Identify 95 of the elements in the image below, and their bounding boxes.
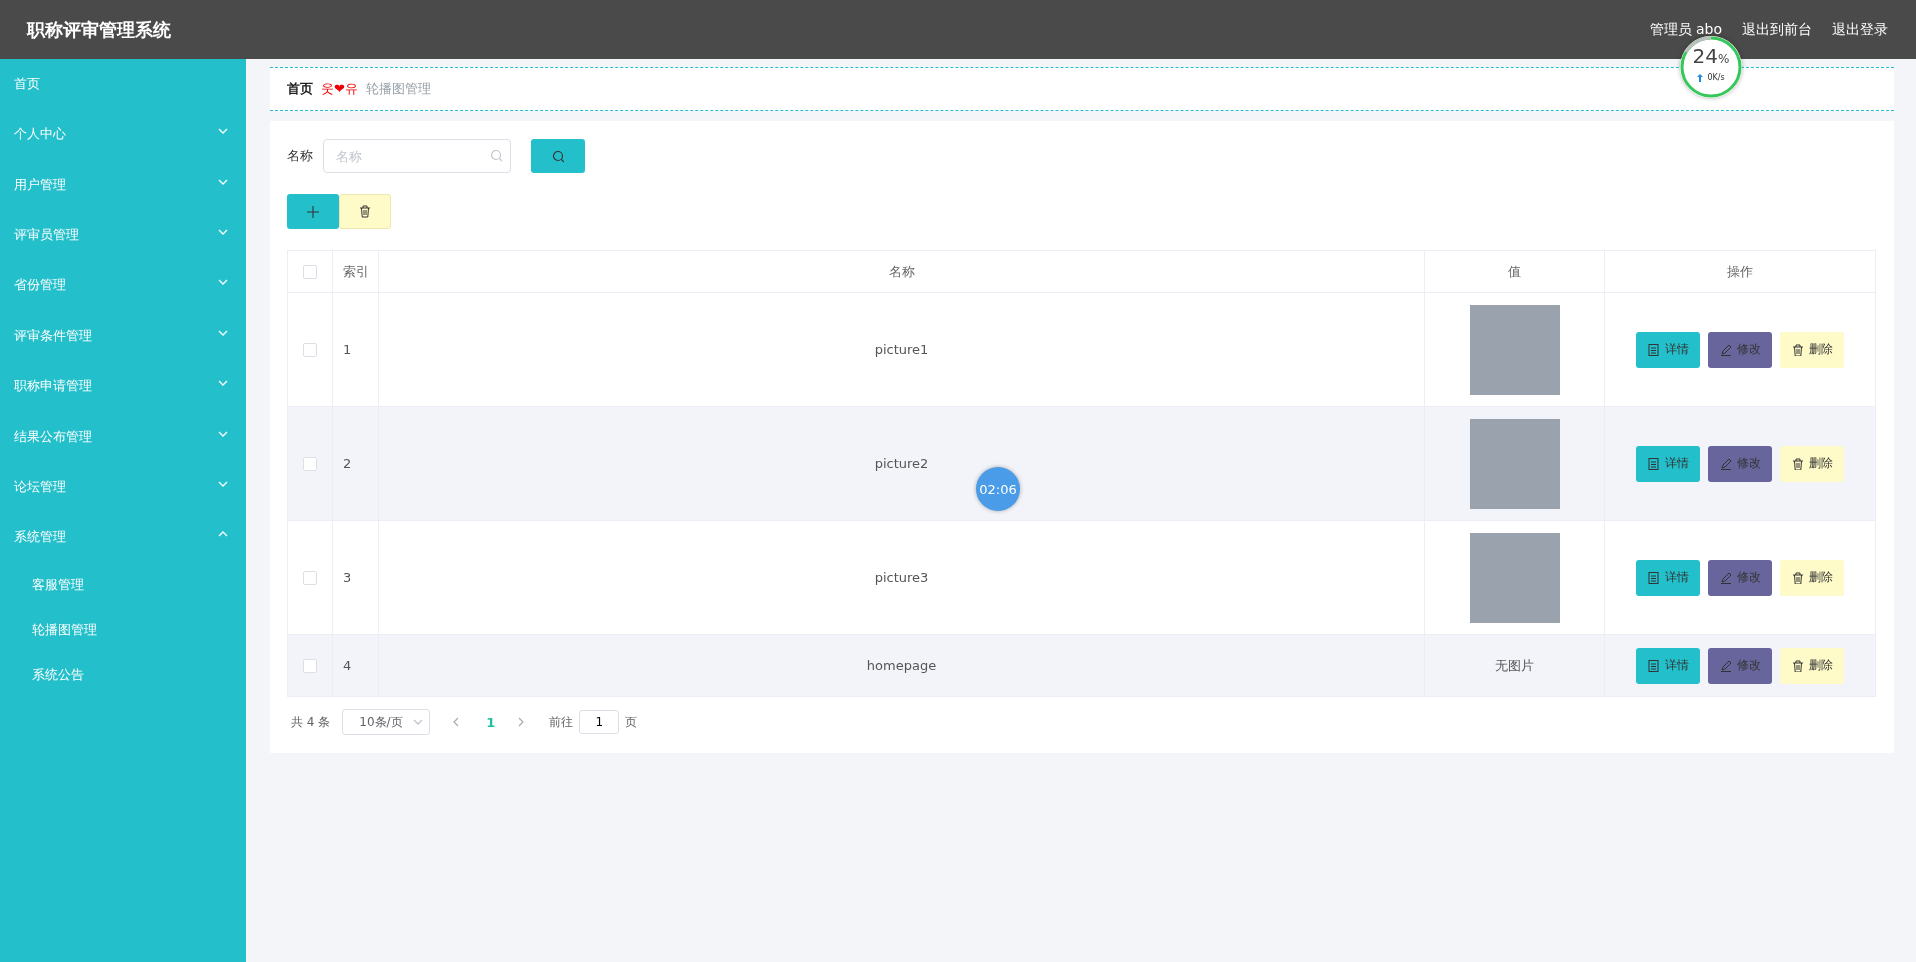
add-button[interactable] — [287, 194, 339, 229]
details-button[interactable]: 详情 — [1636, 647, 1700, 684]
edit-button[interactable]: 修改 — [1708, 331, 1772, 368]
column-header: 值 — [1508, 262, 1521, 281]
delete-button[interactable]: 删除 — [1780, 445, 1844, 482]
header-link[interactable]: 退出到前台 — [1742, 20, 1812, 39]
sidebar-item[interactable]: 个人中心 — [0, 109, 246, 160]
pencil-icon — [1719, 343, 1731, 356]
table-cell: 3 — [343, 570, 352, 585]
chevron-down-icon — [218, 480, 228, 487]
plus-icon — [307, 205, 319, 218]
document-icon — [1647, 571, 1659, 584]
total-count: 共 4 条 — [291, 713, 331, 731]
chevron-down-icon — [218, 228, 228, 235]
trash-icon — [1791, 571, 1803, 584]
row-checkbox[interactable] — [303, 570, 317, 585]
chevron-left-icon — [452, 717, 461, 727]
app-title: 职称评审管理系统 — [27, 17, 171, 42]
sidebar-subitem[interactable]: 系统公告 — [0, 652, 246, 698]
sidebar-item[interactable]: 职称申请管理 — [0, 360, 246, 412]
search-button[interactable] — [531, 139, 585, 173]
table-cell: picture1 — [874, 342, 929, 357]
page-size-select[interactable]: 10条/页 — [342, 709, 431, 735]
sidebar-item[interactable]: 用户管理 — [0, 159, 246, 210]
row-checkbox[interactable] — [303, 456, 317, 471]
percent-value: 24 — [1692, 44, 1718, 68]
chevron-down-icon — [218, 430, 228, 437]
sidebar-subitem[interactable]: 客服管理 — [0, 562, 246, 608]
page-input[interactable]: 1 — [579, 710, 620, 734]
details-button[interactable]: 详情 — [1636, 559, 1700, 596]
next-page-button[interactable] — [517, 717, 526, 727]
chevron-up-icon — [218, 531, 228, 538]
table-cell: 无图片 — [1495, 656, 1534, 675]
column-header: 索引 — [343, 262, 369, 281]
chevron-down-icon — [218, 178, 228, 185]
breadcrumb-separator: 웃❤유 — [321, 80, 358, 98]
chevron-down-icon — [218, 128, 228, 135]
table-cell: 2 — [343, 456, 352, 471]
header-link[interactable]: 管理员 abo — [1649, 20, 1722, 39]
sidebar-item[interactable]: 首页 — [0, 59, 246, 109]
sidebar-item[interactable]: 论坛管理 — [0, 461, 246, 513]
select-all-checkbox[interactable] — [303, 264, 317, 279]
upload-rate: 0K/s — [1707, 73, 1725, 82]
trash-icon — [1791, 457, 1803, 470]
table-cell: 4 — [343, 658, 352, 673]
delete-button[interactable] — [339, 194, 391, 229]
column-header: 名称 — [888, 262, 915, 281]
delete-button[interactable]: 删除 — [1780, 559, 1844, 596]
table-cell: 1 — [343, 342, 352, 357]
header-link[interactable]: 退出登录 — [1832, 20, 1888, 39]
page-number[interactable]: 1 — [486, 714, 496, 730]
chevron-down-icon — [218, 380, 228, 387]
delete-button[interactable]: 删除 — [1780, 331, 1844, 368]
search-icon — [552, 149, 564, 163]
page-suffix: 页 — [625, 713, 638, 731]
goto-label: 前往 — [549, 713, 574, 731]
breadcrumb-link[interactable]: 首页 — [287, 80, 313, 98]
sidebar-subitem[interactable]: 轮播图管理 — [0, 607, 246, 653]
table-cell: picture2 — [874, 456, 929, 471]
row-checkbox[interactable] — [303, 342, 317, 357]
details-button[interactable]: 详情 — [1636, 445, 1700, 482]
table-cell: picture3 — [874, 570, 929, 585]
details-button[interactable]: 详情 — [1636, 331, 1700, 368]
pencil-icon — [1719, 571, 1731, 584]
field-label: 名称 — [287, 147, 313, 165]
row-checkbox[interactable] — [303, 658, 317, 673]
sidebar-item[interactable]: 评审员管理 — [0, 209, 246, 261]
pencil-icon — [1719, 457, 1731, 470]
previous-page-button[interactable] — [452, 717, 461, 727]
sidebar-item[interactable]: 结果公布管理 — [0, 411, 246, 462]
chevron-right-icon — [517, 717, 526, 727]
chevron-down-icon — [413, 719, 424, 725]
pencil-icon — [1719, 659, 1731, 672]
breadcrumb-current: 轮播图管理 — [365, 80, 431, 98]
chevron-down-icon — [218, 329, 228, 336]
trash-icon — [1791, 343, 1803, 356]
document-icon — [1647, 343, 1659, 356]
search-icon — [490, 149, 502, 162]
document-icon — [1647, 659, 1659, 672]
chevron-down-icon — [218, 279, 228, 286]
percent-unit: % — [1718, 52, 1730, 66]
sidebar-item[interactable]: 评审条件管理 — [0, 310, 246, 361]
edit-button[interactable]: 修改 — [1708, 647, 1772, 684]
up-arrow-icon — [1697, 73, 1704, 82]
trash-icon — [359, 205, 371, 218]
table-cell: homepage — [866, 658, 937, 673]
sidebar-item[interactable]: 省份管理 — [0, 260, 246, 311]
search-field[interactable]: 名称 — [323, 139, 511, 173]
trash-icon — [1791, 659, 1803, 672]
sidebar-item[interactable]: 系统管理 — [0, 512, 246, 563]
document-icon — [1647, 457, 1659, 470]
edit-button[interactable]: 修改 — [1708, 559, 1772, 596]
column-header: 操作 — [1727, 262, 1753, 281]
delete-button[interactable]: 删除 — [1780, 647, 1844, 684]
edit-button[interactable]: 修改 — [1708, 445, 1772, 482]
